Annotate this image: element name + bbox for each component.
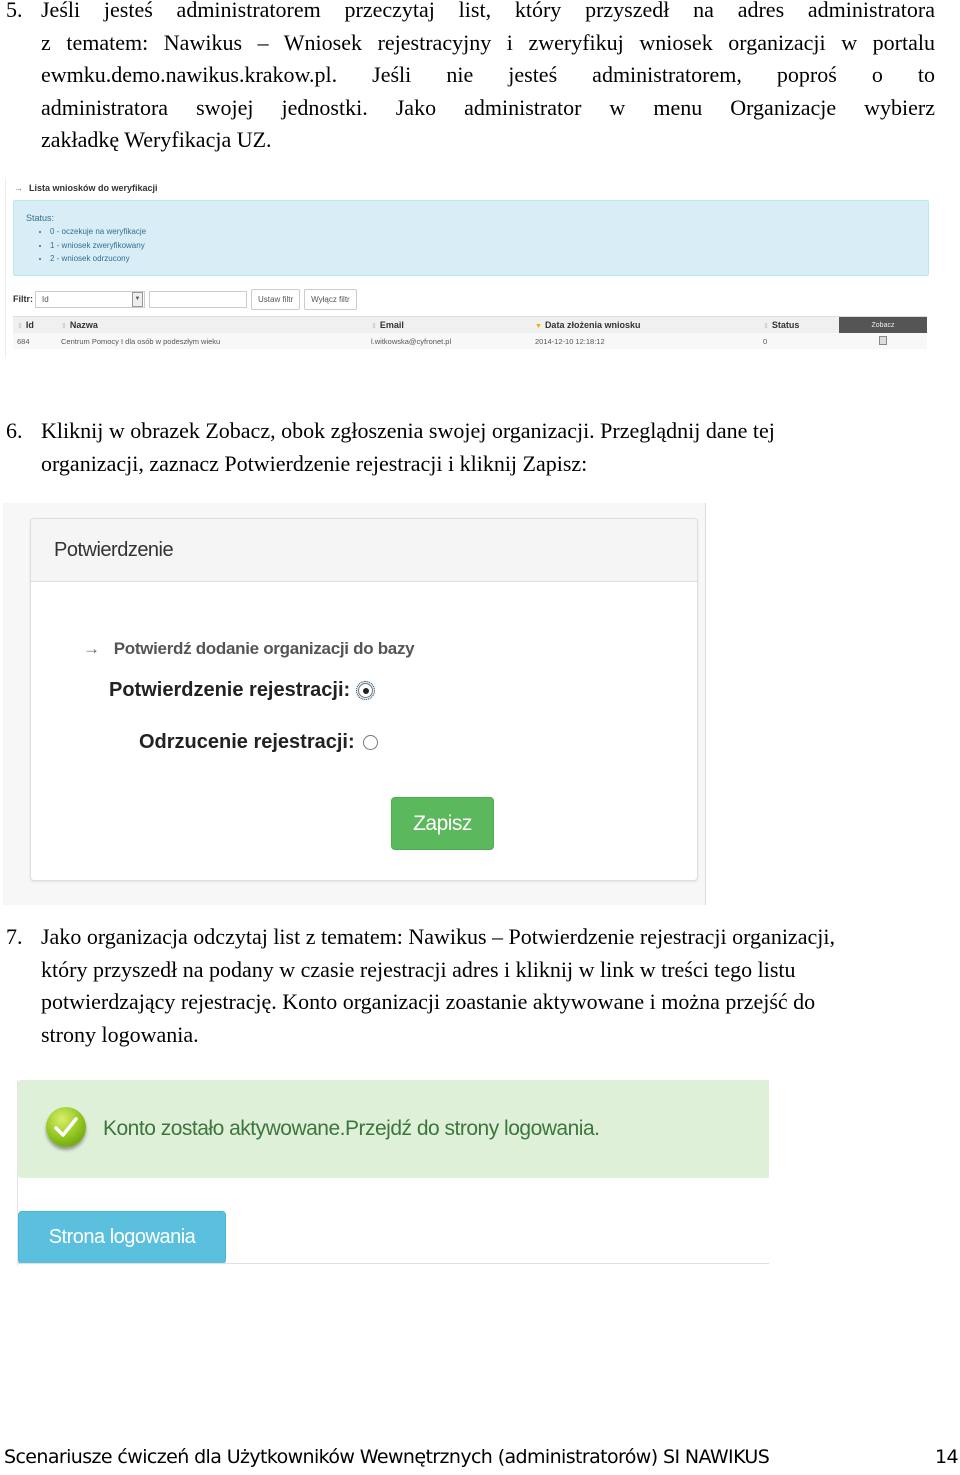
- cell-status: 0: [759, 333, 839, 349]
- step-5-paragraph: 5. Jeśli jesteś administratorem przeczyt…: [0, 0, 935, 157]
- checkmark-icon: [46, 1107, 86, 1151]
- filter-field-select[interactable]: Id ▼: [35, 290, 145, 308]
- reject-registration-option: Odrzucenie rejestracji:: [139, 731, 378, 754]
- status-info-box: Status: 0 - oczekuje na weryfikacje 1 - …: [13, 200, 929, 276]
- step-7-paragraph: 7. Jako organizacja odczytaj list z tema…: [0, 921, 935, 1051]
- sort-icon: ⇕: [61, 323, 67, 330]
- text-line: organizacji, zaznacz Potwierdzenie rejes…: [41, 450, 588, 476]
- confirm-registration-option: Potwierdzenie rejestracji:: [109, 679, 376, 702]
- cell-email: l.witkowska@cyfronet.pl: [367, 333, 531, 349]
- step-number: 5.: [6, 0, 23, 22]
- text-line: zakładkę Weryfikacja UZ.: [41, 127, 272, 152]
- column-header-id[interactable]: ⇕ Id: [13, 316, 57, 333]
- column-header-status[interactable]: ⇕ Status: [759, 316, 839, 333]
- reject-registration-radio[interactable]: [362, 735, 378, 750]
- step-number: 6.: [6, 418, 23, 443]
- text-line: Kliknij w obrazek Zobacz, obok zgłoszeni…: [41, 418, 775, 443]
- text-line: ewmku.demo.nawikus.krakow.pl. Jeśli nie …: [41, 62, 935, 87]
- sort-icon: ⇕: [17, 323, 23, 330]
- sort-icon: ⇕: [371, 323, 377, 330]
- confirmation-screenshot: Potwierdzenie → Potwierdź dodanie organiz…: [3, 503, 706, 905]
- success-message: Konto zostało aktywowane.Przejdź do stro…: [103, 1117, 600, 1140]
- text-line: administratora swojej jednostki. Jako ad…: [41, 94, 935, 120]
- column-header-view: Zobacz: [839, 316, 927, 333]
- arrow-icon: →: [14, 183, 23, 193]
- step-number: 7.: [6, 924, 23, 949]
- text-line: Jako organizacja odczytaj list z tematem…: [41, 924, 835, 949]
- panel-heading: Potwierdzenie: [31, 519, 697, 582]
- reject-registration-label: Odrzucenie rejestracji:: [139, 731, 355, 753]
- table-row: 684 Centrum Pomocy I dla osób w podeszły…: [13, 333, 927, 349]
- text-line: Jeśli jesteś administratorem przeczytaj …: [41, 0, 935, 22]
- step-6-paragraph: 6. Kliknij w obrazek Zobacz, obok zgłosz…: [0, 415, 935, 480]
- verification-list-screenshot: →Lista wniosków do weryfikacji Status: 0…: [5, 178, 931, 358]
- panel-subtitle: → Potwierdź dodanie organizacji do bazy: [83, 639, 415, 658]
- verification-table: ⇕ Id ⇕ Nazwa ⇕ Email ▼ Data złożenia wniosku…: [13, 316, 927, 349]
- table-header-row: ⇕ Id ⇕ Nazwa ⇕ Email ▼ Data złożenia wniosku…: [13, 316, 927, 333]
- status-label: Status:: [26, 213, 55, 223]
- filter-value-input[interactable]: [149, 290, 247, 308]
- chevron-down-icon: ▼: [132, 291, 143, 307]
- list-title: → Lista wniosków do weryfikacji: [14, 183, 158, 193]
- set-filter-button[interactable]: Ustaw filtr: [251, 288, 301, 310]
- cell-id: 684: [13, 333, 57, 349]
- confirm-registration-label: Potwierdzenie rejestracji:: [109, 679, 351, 701]
- cell-view: [839, 333, 927, 349]
- text-line: potwierdzający rejestrację. Konto organi…: [41, 989, 816, 1014]
- success-alert: Konto zostało aktywowane.Przejdź do stro…: [18, 1080, 769, 1178]
- text-line: z tematem: Nawikus – Wniosek rejestracyj…: [41, 29, 935, 55]
- cell-name: Centrum Pomocy I dla osób w podeszłym wi…: [57, 333, 367, 349]
- clear-filter-button[interactable]: Wyłącz filtr: [304, 288, 357, 310]
- page-footer: Scenariusze ćwiczeń dla Użytkowników Wew…: [4, 1446, 959, 1468]
- filter-label: Filtr:: [13, 294, 33, 304]
- status-legend: 0 - oczekuje na weryfikacje 1 - wniosek …: [38, 225, 146, 266]
- text-line: który przyszedł na podany w czasie rejes…: [41, 956, 796, 982]
- column-header-name[interactable]: ⇕ Nazwa: [57, 316, 367, 333]
- save-button[interactable]: Zapisz: [391, 797, 494, 850]
- activation-screenshot: Konto zostało aktywowane.Przejdź do stro…: [17, 1080, 769, 1266]
- status-item: 0 - oczekuje na weryfikacje: [50, 225, 146, 239]
- sort-desc-icon: ▼: [535, 323, 542, 330]
- sort-icon: ⇕: [763, 323, 769, 330]
- status-item: 1 - wniosek zweryfikowany: [50, 239, 146, 253]
- text-line: strony logowania.: [41, 1021, 199, 1047]
- login-page-button[interactable]: Strona logowania: [18, 1211, 226, 1264]
- filter-bar: Filtr: Id ▼ Ustaw filtr Wyłącz filtr: [13, 288, 357, 310]
- column-header-email[interactable]: ⇕ Email: [367, 316, 531, 333]
- confirmation-panel: Potwierdzenie → Potwierdź dodanie organiz…: [30, 518, 698, 881]
- column-header-date[interactable]: ▼ Data złożenia wniosku: [531, 316, 759, 333]
- document-icon[interactable]: [879, 335, 887, 345]
- arrow-icon: →: [83, 639, 100, 658]
- cell-date: 2014-12-10 12:18:12: [531, 333, 759, 349]
- divider: [18, 1263, 769, 1264]
- footer-title: Scenariusze ćwiczeń dla Użytkowników Wew…: [4, 1446, 770, 1468]
- page-number: 14: [935, 1446, 959, 1468]
- confirm-registration-radio[interactable]: [356, 681, 376, 700]
- status-item: 2 - wniosek odrzucony: [50, 252, 146, 266]
